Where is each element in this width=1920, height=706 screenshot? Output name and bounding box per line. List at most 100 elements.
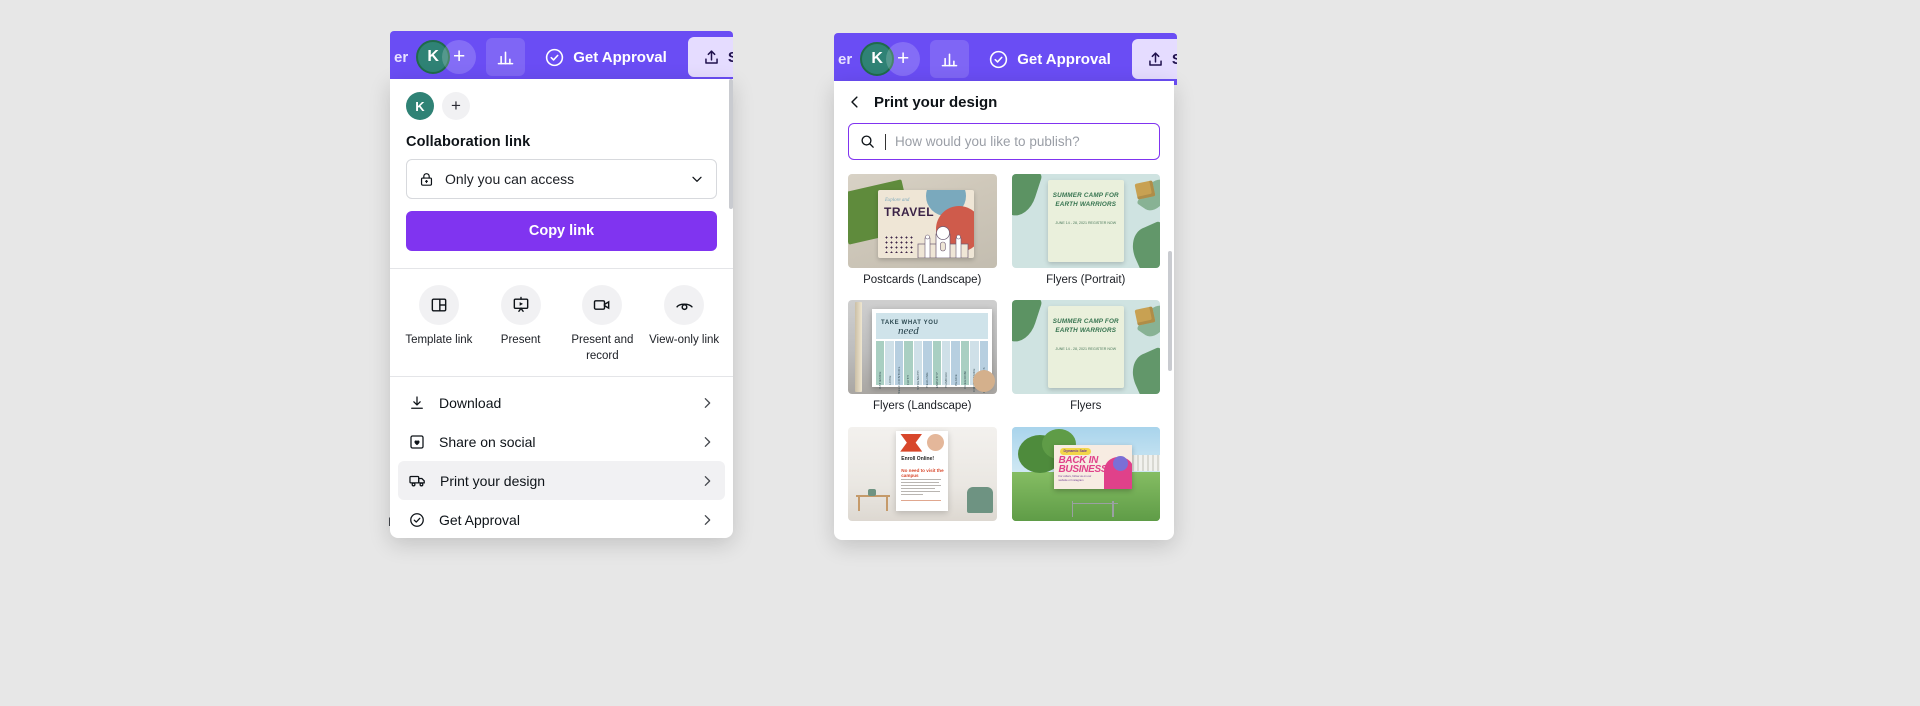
quick-action-template-link[interactable]: Template link — [398, 285, 480, 364]
right-toolbar: er K + Get Approval Share — [834, 33, 1177, 85]
menu-item-download[interactable]: Download — [398, 383, 725, 422]
get-approval-button[interactable]: Get Approval — [535, 38, 676, 76]
quick-action-label: Present — [500, 334, 541, 346]
person-photo — [927, 433, 945, 451]
flyer-script-word: need — [898, 325, 919, 338]
text-caret — [885, 133, 886, 150]
print-panel: Print your design How would you like to … — [834, 81, 1174, 540]
view-only-link-icon — [664, 285, 705, 325]
flyer-title: SUMMER CAMP FOR EARTH WARRIORS — [1052, 192, 1119, 208]
get-approval-button[interactable]: Get Approval — [979, 40, 1120, 78]
menu-item-share-on-social[interactable]: Share on social — [398, 422, 725, 461]
share-menu: Download Share on social Print your desi… — [390, 377, 733, 538]
menu-item-label: Download — [439, 394, 502, 411]
quick-action-view-only-link[interactable]: View-only link — [643, 285, 725, 364]
panel-avatar-row: K + — [390, 79, 733, 124]
product-tile[interactable]: SUMMER CAMP FOR EARTH WARRIORS JUNE 14 -… — [1011, 300, 1160, 417]
table-prop — [856, 488, 890, 511]
product-label: Flyers (Portrait) — [1046, 274, 1126, 286]
coffee-cup-prop — [972, 370, 995, 393]
product-label: Flyers (Landscape) — [873, 400, 972, 413]
tear-tab: HEALING — [923, 341, 932, 388]
tear-off-tabs: PATIENCE LOVE SELF-CONTROL FAITH STRENGT… — [876, 341, 989, 394]
product-tile[interactable]: Explore and TRAVEL Postcards (Landscape) — [848, 174, 997, 291]
product-thumbnail-postcards: Explore and TRAVEL — [848, 174, 997, 268]
flyer-card: SUMMER CAMP FOR EARTH WARRIORS JUNE 14 -… — [1047, 180, 1124, 262]
toolbar-truncated-label: er — [394, 48, 409, 66]
search-placeholder: How would you like to publish? — [895, 134, 1080, 149]
panel-avatar[interactable]: K — [406, 92, 434, 120]
share-button[interactable]: Share — [687, 37, 733, 77]
insights-button[interactable] — [930, 40, 970, 78]
share-label: Share — [727, 48, 733, 66]
menu-item-print-your-design[interactable]: Print your design — [398, 461, 725, 501]
flyer-title: SUMMER CAMP FOR EARTH WARRIORS — [1052, 318, 1119, 335]
menu-item-get-approval[interactable]: Get Approval — [398, 500, 725, 538]
present-record-icon — [582, 285, 623, 325]
product-tile[interactable]: Dynamic Sale BACK IN BUSINESS For orders… — [1011, 426, 1160, 532]
print-panel-header: Print your design — [834, 81, 1174, 119]
tear-tab: FAITH — [904, 341, 913, 385]
product-thumbnail-banner: Enroll Online! No need to visit the camp… — [848, 426, 997, 521]
lock-icon — [418, 171, 435, 188]
quick-action-label: View-only link — [649, 334, 720, 346]
flyer-header: TAKE WHAT YOU need — [876, 313, 988, 340]
product-tile[interactable]: SUMMER CAMP FOR EARTH WARRIORS JUNE 14 -… — [1011, 174, 1160, 291]
template-link-icon — [418, 285, 459, 325]
quick-action-label: Present and record — [571, 334, 634, 362]
sign-subtitle: For orders, follow us on our website or … — [1058, 475, 1092, 483]
tear-tab: PEACE — [951, 341, 960, 386]
taj-mahal-illustration — [917, 226, 969, 258]
chair-prop — [966, 486, 993, 513]
search-icon — [859, 133, 876, 150]
share-upload-icon — [702, 48, 721, 67]
access-select-value: Only you can access — [445, 171, 575, 187]
left-toolbar: er K + Get Approval Share — [390, 31, 733, 83]
product-grid: Explore and TRAVEL Postcards (Landscape)… — [834, 160, 1174, 532]
search-input[interactable]: How would you like to publish? — [848, 123, 1160, 160]
quick-action-present[interactable]: Present — [480, 285, 562, 364]
chevron-left-icon[interactable] — [846, 93, 864, 111]
leaf-decoration — [1011, 174, 1043, 221]
chevron-right-icon — [699, 473, 715, 489]
product-thumbnail-flyers-portrait: SUMMER CAMP FOR EARTH WARRIORS JUNE 14 -… — [1011, 174, 1160, 268]
print-icon — [408, 471, 427, 490]
bar-chart-icon — [495, 47, 516, 68]
add-member-button[interactable]: + — [886, 42, 921, 76]
add-member-button[interactable]: + — [442, 40, 477, 74]
get-approval-label: Get Approval — [1017, 50, 1111, 68]
banner-body-lines — [901, 478, 942, 504]
quick-actions-row: Template link Present Present and record… — [390, 269, 733, 370]
copy-link-button[interactable]: Copy link — [406, 211, 717, 251]
sign-badge: Dynamic Sale — [1059, 447, 1091, 455]
share-social-icon — [408, 433, 426, 451]
quick-action-present-and-record[interactable]: Present and record — [562, 285, 644, 364]
product-tile[interactable]: Enroll Online! No need to visit the camp… — [848, 426, 997, 532]
menu-item-label: Get Approval — [439, 511, 520, 528]
access-select[interactable]: Only you can access — [406, 159, 717, 199]
chevron-down-icon — [689, 171, 705, 187]
rollup-banner: Enroll Online! No need to visit the camp… — [896, 430, 949, 511]
product-tile[interactable]: TAKE WHAT YOU need PATIENCE LOVE SELF-CO… — [848, 300, 997, 417]
yard-sign-board: Dynamic Sale BACK IN BUSINESS For orders… — [1053, 444, 1132, 489]
chevron-right-icon — [699, 395, 715, 411]
screen: er K + Get Approval Share — [0, 0, 1920, 706]
postcard-dot-pattern — [884, 235, 914, 253]
insights-button[interactable] — [486, 38, 526, 76]
flyer-subtitle: JUNE 14 - 28, 2021 REGISTER NOW — [1055, 221, 1117, 225]
product-label: Flyers — [1070, 400, 1102, 413]
chevron-right-icon — [699, 434, 715, 450]
download-icon — [408, 394, 426, 412]
tear-tab: SELF-CONTROL — [894, 341, 904, 394]
leaf-decoration — [1125, 220, 1160, 268]
postcard-title-text: TRAVEL — [884, 205, 935, 219]
approval-check-icon — [544, 47, 565, 68]
product-thumbnail-yard-sign: Dynamic Sale BACK IN BUSINESS For orders… — [1011, 426, 1160, 521]
share-button[interactable]: Share — [1131, 39, 1177, 79]
panel-add-people-button[interactable]: + — [442, 92, 470, 120]
collaboration-link-title: Collaboration link — [406, 134, 531, 150]
share-panel-scrollbar[interactable] — [729, 79, 733, 209]
chevron-right-icon — [699, 512, 715, 528]
leaf-decoration — [1125, 346, 1160, 395]
print-panel-scrollbar[interactable] — [1168, 251, 1172, 371]
